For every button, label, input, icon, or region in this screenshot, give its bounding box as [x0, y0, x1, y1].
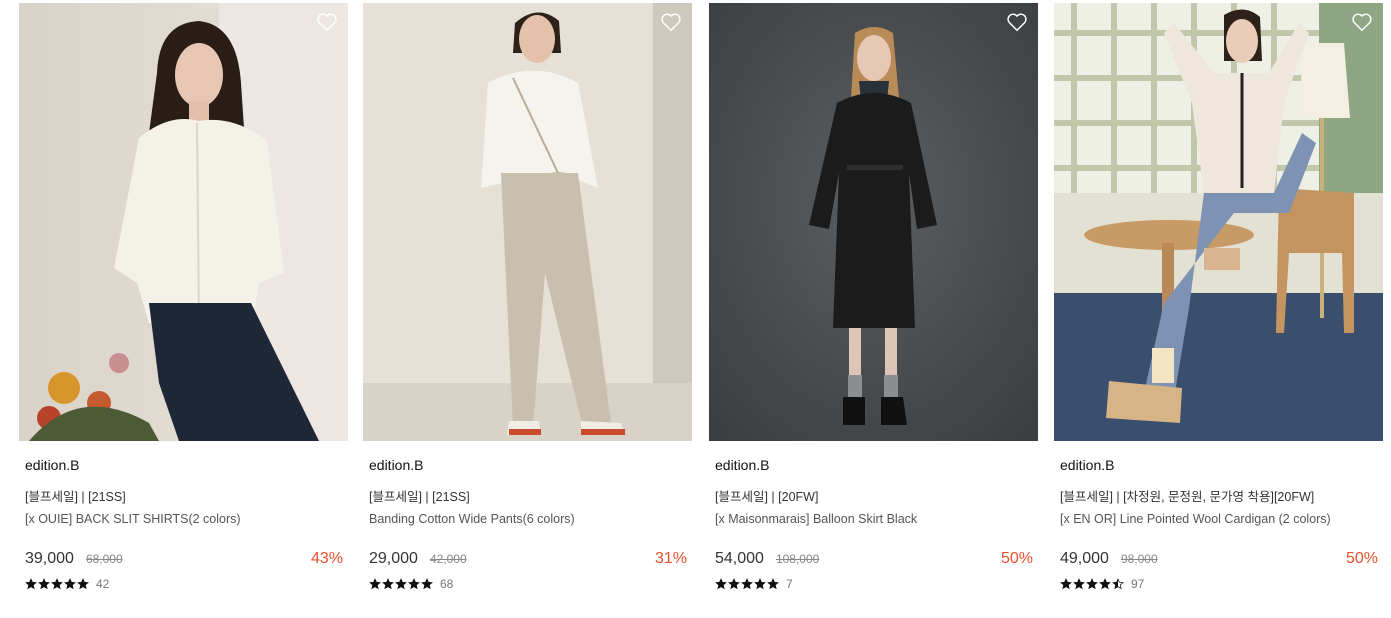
product-photo-shirt	[19, 3, 348, 441]
product-image[interactable]	[1054, 3, 1383, 441]
heart-icon[interactable]	[1351, 11, 1373, 33]
sale-price: 29,000	[369, 550, 418, 567]
sale-price: 49,000	[1060, 550, 1109, 567]
star-full-icon	[51, 578, 63, 590]
product-name[interactable]: [x EN OR] Line Pointed Wool Cardigan (2 …	[1060, 512, 1378, 528]
product-image[interactable]	[19, 3, 348, 441]
discount-rate: 43%	[310, 550, 343, 567]
star-rating	[369, 578, 433, 590]
star-full-icon	[38, 578, 50, 590]
product-card[interactable]: edition.B [블프세일] | [차정원, 문정원, 문가영 착용][20…	[1054, 3, 1383, 592]
product-name[interactable]: [x OUIE] BACK SLIT SHIRTS(2 colors)	[25, 512, 343, 528]
brand-name[interactable]: edition.B	[25, 457, 343, 475]
product-tag[interactable]: [블프세일] | [차정원, 문정원, 문가영 착용][20FW]	[1060, 486, 1378, 504]
product-card[interactable]: edition.B [블프세일] | [21SS] [x OUIE] BACK …	[19, 3, 348, 592]
product-tag[interactable]: [블프세일] | [21SS]	[369, 486, 687, 504]
product-image[interactable]	[709, 3, 1038, 441]
heart-icon[interactable]	[1006, 11, 1028, 33]
star-full-icon	[754, 578, 766, 590]
star-rating	[25, 578, 89, 590]
discount-rate: 50%	[1345, 550, 1378, 567]
star-rating	[1060, 578, 1124, 590]
brand-name[interactable]: edition.B	[1060, 457, 1378, 475]
star-full-icon	[369, 578, 381, 590]
product-photo-cardigan	[1054, 3, 1383, 441]
star-full-icon	[728, 578, 740, 590]
review-count: 42	[96, 577, 110, 591]
star-half-icon	[1112, 578, 1124, 590]
product-card[interactable]: edition.B [블프세일] | [21SS] Banding Cotton…	[363, 3, 692, 592]
product-image[interactable]	[363, 3, 692, 441]
star-full-icon	[1073, 578, 1085, 590]
sale-price: 39,000	[25, 550, 74, 567]
heart-icon[interactable]	[316, 11, 338, 33]
product-tag[interactable]: [블프세일] | [20FW]	[715, 486, 1033, 504]
star-full-icon	[1099, 578, 1111, 590]
original-price: 68,000	[85, 552, 123, 566]
star-full-icon	[1086, 578, 1098, 590]
star-full-icon	[395, 578, 407, 590]
star-full-icon	[741, 578, 753, 590]
star-rating	[715, 578, 779, 590]
discount-rate: 50%	[1000, 550, 1033, 567]
original-price: 42,000	[429, 552, 467, 566]
review-count: 97	[1131, 577, 1145, 591]
star-full-icon	[715, 578, 727, 590]
original-price: 98,000	[1120, 552, 1158, 566]
product-photo-pants	[363, 3, 692, 441]
star-full-icon	[77, 578, 89, 590]
product-photo-coat	[709, 3, 1038, 441]
sale-price: 54,000	[715, 550, 764, 567]
star-full-icon	[64, 578, 76, 590]
star-full-icon	[25, 578, 37, 590]
brand-name[interactable]: edition.B	[369, 457, 687, 475]
star-full-icon	[382, 578, 394, 590]
review-count: 68	[440, 577, 454, 591]
star-full-icon	[408, 578, 420, 590]
star-full-icon	[421, 578, 433, 590]
star-full-icon	[1060, 578, 1072, 590]
brand-name[interactable]: edition.B	[715, 457, 1033, 475]
product-name[interactable]: [x Maisonmarais] Balloon Skirt Black	[715, 512, 1033, 528]
review-count: 7	[786, 577, 793, 591]
product-grid: edition.B [블프세일] | [21SS] [x OUIE] BACK …	[19, 3, 1383, 592]
discount-rate: 31%	[654, 550, 687, 567]
product-tag[interactable]: [블프세일] | [21SS]	[25, 486, 343, 504]
product-card[interactable]: edition.B [블프세일] | [20FW] [x Maisonmarai…	[709, 3, 1038, 592]
heart-icon[interactable]	[660, 11, 682, 33]
original-price: 108,000	[775, 552, 820, 566]
product-name[interactable]: Banding Cotton Wide Pants(6 colors)	[369, 512, 687, 528]
star-full-icon	[767, 578, 779, 590]
